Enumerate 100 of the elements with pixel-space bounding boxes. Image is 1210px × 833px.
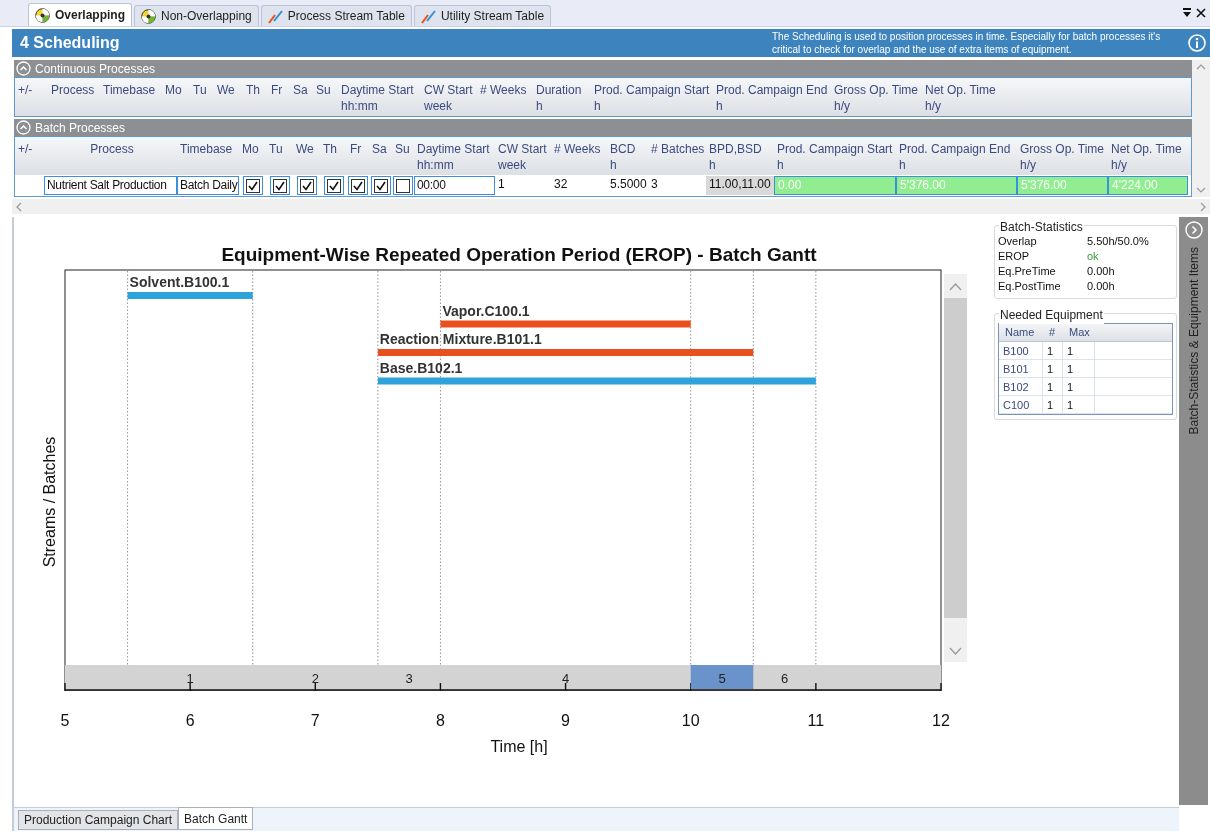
column-header[interactable]: Prod. Campaign End h — [896, 141, 1017, 173]
result-cell: 4'224.00 — [1108, 176, 1188, 195]
column-header[interactable]: Gross Op. Time h/y — [1017, 141, 1108, 173]
column-header[interactable]: Max — [1063, 324, 1095, 341]
stat-value: ok — [1087, 249, 1099, 264]
vertical-scrollbar[interactable] — [1192, 60, 1210, 197]
scroll-right-icon[interactable] — [1200, 201, 1206, 212]
bar-label: Base.B102.1 — [379, 359, 463, 376]
column-header[interactable]: Su — [313, 82, 338, 114]
column-header[interactable]: # Weeks — [551, 141, 607, 173]
description-text: The Scheduling is used to position processes in time. Especially for batch processes it's critical to check for overlap and the use of extra items of equipment. — [772, 30, 1162, 56]
column-header[interactable]: CW Start week — [495, 141, 551, 173]
column-header[interactable]: Sa — [369, 141, 392, 173]
axis-tick-label: 12 — [932, 712, 950, 729]
column-header[interactable]: Fr — [268, 82, 290, 114]
tab[interactable]: Utility Stream Table — [413, 5, 552, 26]
period-label[interactable]: 2 — [311, 671, 319, 686]
period-label[interactable]: 4 — [561, 671, 570, 686]
input-field[interactable]: Batch Daily — [177, 176, 239, 195]
column-header[interactable]: +/- — [15, 141, 44, 173]
column-header[interactable]: Fr — [347, 141, 369, 173]
column-header[interactable]: Net Op. Time h/y — [922, 82, 1000, 114]
column-header[interactable]: Prod. Campaign Start h — [591, 82, 713, 114]
column-header[interactable]: Th — [243, 82, 268, 114]
dropdown-icon[interactable] — [1182, 8, 1192, 18]
column-header[interactable]: We — [214, 82, 243, 114]
column-header[interactable]: Process — [44, 141, 177, 173]
column-header[interactable]: +/- — [15, 82, 48, 114]
tab[interactable]: Non-Overlapping — [134, 5, 259, 26]
collapse-icon[interactable] — [16, 120, 31, 135]
result-cell: 5'376.00 — [896, 176, 1017, 195]
column-header[interactable]: Duration h — [533, 82, 591, 114]
column-header[interactable]: Su — [392, 141, 414, 173]
column-header[interactable]: Daytime Start hh:mm — [338, 82, 421, 114]
scroll-down-icon[interactable] — [1196, 187, 1206, 193]
check-icon — [247, 180, 258, 191]
period-label[interactable]: 1 — [186, 671, 194, 686]
selected-period[interactable] — [690, 665, 754, 689]
column-header[interactable]: Net Op. Time h/y — [1108, 141, 1188, 173]
column-header[interactable]: # — [1043, 324, 1063, 341]
column-header[interactable]: # Weeks — [477, 82, 533, 114]
bar-label: Reaction Mixture.B101.1 — [379, 331, 542, 347]
expand-panel-icon[interactable] — [1184, 221, 1203, 239]
column-header[interactable]: Prod. Campaign End h — [713, 82, 831, 114]
horizontal-scrollbar[interactable] — [12, 199, 1210, 214]
column-header[interactable]: Daytime Start hh:mm — [414, 141, 495, 173]
table-cell: 1 — [1043, 360, 1063, 377]
axis-tick-label: 10 — [681, 712, 700, 729]
scroll-up-icon[interactable] — [1196, 64, 1206, 70]
checkbox[interactable] — [242, 176, 263, 195]
column-header[interactable]: Timebase — [177, 141, 239, 173]
column-header[interactable]: Process — [48, 82, 100, 114]
period-label[interactable]: 5 — [718, 671, 726, 686]
close-icon[interactable] — [1196, 8, 1206, 18]
column-header[interactable]: Timebase — [100, 82, 162, 114]
table-cell: 1 — [1063, 396, 1095, 413]
checkbox[interactable] — [393, 176, 413, 195]
tab[interactable]: Process Stream Table — [260, 5, 412, 26]
checkbox[interactable] — [370, 176, 391, 195]
info-icon[interactable] — [1188, 34, 1206, 52]
section-title: Batch Processes — [35, 119, 126, 137]
column-header[interactable]: BPD,BSD h — [706, 141, 774, 173]
input-field[interactable]: 00:00 — [414, 176, 495, 195]
table-cell: 1 — [1063, 378, 1095, 395]
tab[interactable]: Production Campaign Chart — [18, 810, 179, 830]
collapse-icon[interactable] — [16, 61, 31, 76]
column-header[interactable]: Mo — [162, 82, 190, 114]
checkbox[interactable] — [348, 176, 368, 195]
column-header[interactable]: BCD h — [607, 141, 648, 173]
stat-label: Overlap — [998, 234, 1038, 249]
column-header[interactable]: We — [293, 141, 320, 173]
column-header[interactable]: Th — [320, 141, 347, 173]
tab[interactable]: Overlapping — [28, 3, 132, 26]
axis-tick-label: 8 — [436, 712, 445, 729]
input-field[interactable]: Nutrient Salt Production — [44, 176, 177, 195]
check-icon — [301, 180, 312, 191]
period-label[interactable]: 6 — [780, 671, 789, 686]
column-header[interactable]: CW Start week — [421, 82, 477, 114]
checkbox[interactable] — [296, 176, 317, 195]
axis-tick-label: 7 — [310, 712, 320, 729]
checkbox[interactable] — [323, 176, 344, 195]
checkbox[interactable] — [269, 176, 290, 195]
chart-scrollbar[interactable] — [944, 274, 967, 662]
chart-title: Equipment-Wise Repeated Operation Period (EROP) - Batch Gantt — [221, 244, 817, 265]
scroll-left-icon[interactable] — [16, 201, 22, 212]
column-header[interactable]: Gross Op. Time h/y — [831, 82, 922, 114]
column-header[interactable]: Sa — [290, 82, 313, 114]
column-header[interactable]: Mo — [239, 141, 266, 173]
axis-tick-label: 11 — [807, 712, 825, 729]
table-cell: 1 — [1063, 342, 1095, 359]
result-cell: 5'376.00 — [1017, 176, 1108, 195]
column-header[interactable]: Tu — [266, 141, 293, 173]
column-header[interactable]: Prod. Campaign Start h — [774, 141, 896, 173]
column-header[interactable]: Name — [999, 324, 1043, 341]
column-header[interactable]: # Batches — [648, 141, 706, 173]
period-label[interactable]: 3 — [405, 671, 413, 686]
tab[interactable]: Batch Gantt — [178, 807, 254, 830]
line-chart-icon — [267, 8, 283, 24]
column-header[interactable]: Tu — [190, 82, 214, 114]
table-cell: B100 — [999, 342, 1043, 359]
